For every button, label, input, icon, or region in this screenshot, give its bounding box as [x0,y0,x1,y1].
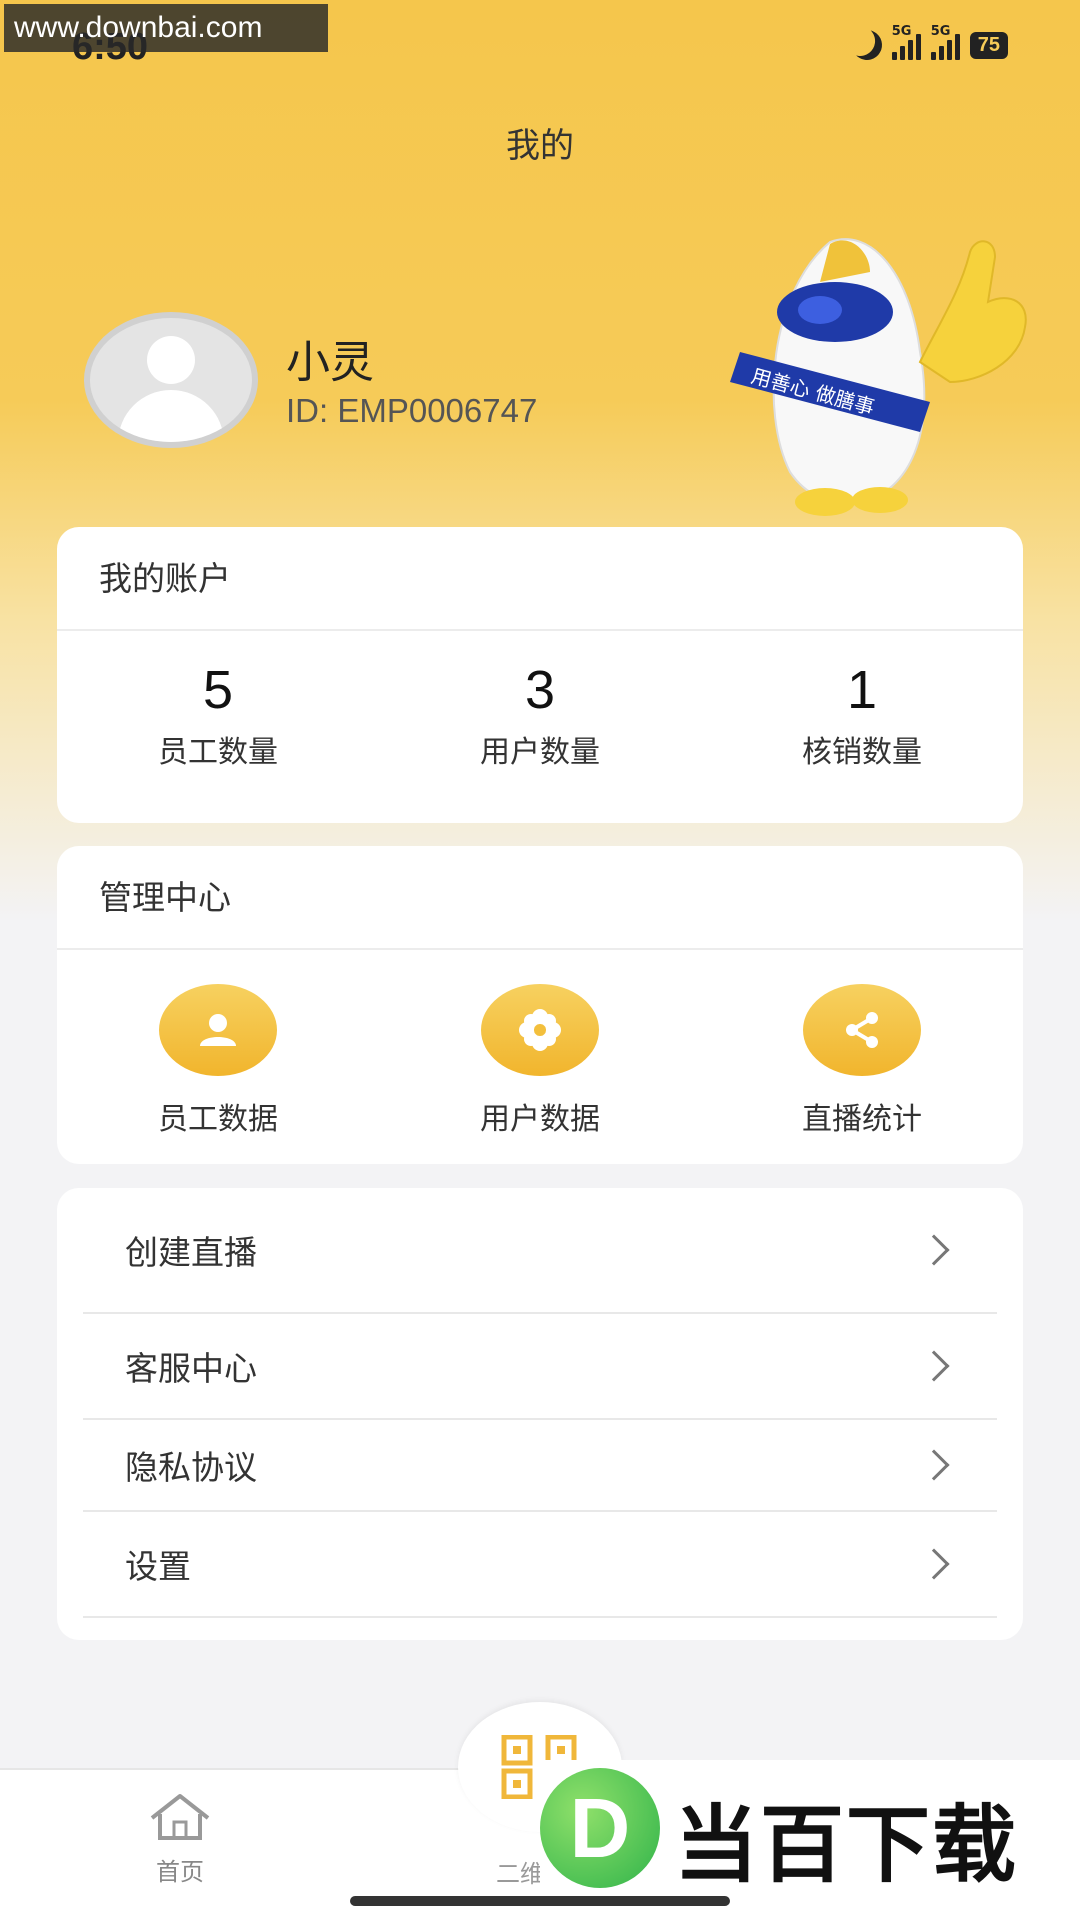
stat-label: 用户数量 [480,735,600,770]
flower-icon [481,984,599,1076]
signal-icon: 5G [891,24,921,60]
person-icon [159,984,277,1076]
management-items: 员工数据 用户数据 直播统计 [57,950,1023,1138]
stat-value: 5 [202,660,234,720]
signal-label: 5G [930,24,951,39]
menu-item-label: 隐私协议 [125,1448,257,1487]
brand-logo: D [540,1768,660,1888]
stat-label: 核销数量 [802,735,922,770]
menu-card: 创建直播 客服中心 隐私协议 设置 [57,1188,1023,1640]
tab-home-label: 首页 [156,1858,204,1886]
share-icon [803,984,921,1076]
management-card-title: 管理中心 [57,846,1023,950]
watermark: www.downbai.com [4,4,328,52]
menu-item-create-live[interactable]: 创建直播 [83,1188,997,1314]
signal-icon: 5G [930,24,960,60]
avatar-body [118,390,224,442]
menu-item-label: 客服中心 [125,1349,257,1388]
management-item-label: 员工数据 [158,1102,278,1137]
user-id: ID: EMP0006747 [286,392,538,429]
chevron-right-icon [918,1234,950,1266]
home-indicator[interactable] [350,1896,730,1906]
stat-redemptions[interactable]: 1 核销数量 [712,657,1012,771]
management-item-live-stats[interactable]: 直播统计 [712,984,1012,1138]
stat-value: 3 [524,660,556,720]
tab-center-label: 二维 [496,1860,544,1888]
menu-item-label: 创建直播 [125,1233,257,1272]
status-icons: 5G 5G 75 [852,24,1008,60]
moon-icon [846,25,887,66]
account-card-title: 我的账户 [57,527,1023,631]
tab-home[interactable]: 首页 [140,1792,220,1887]
home-icon [150,1794,210,1840]
menu-item-privacy[interactable]: 隐私协议 [83,1420,997,1512]
menu-item-label: 设置 [125,1547,191,1586]
brand-text: 当百下载 [674,1796,1019,1894]
management-card: 管理中心 员工数据 用户数据 直播统计 [57,846,1023,1164]
management-item-label: 用户数据 [480,1102,600,1137]
stat-users[interactable]: 3 用户数量 [390,657,690,771]
avatar-head [147,336,195,384]
stat-employees[interactable]: 5 员工数量 [68,657,368,771]
stat-label: 员工数量 [158,735,278,770]
stat-value: 1 [846,660,878,720]
management-item-employee-data[interactable]: 员工数据 [68,984,368,1138]
page-title: 我的 [506,126,574,166]
battery-icon: 75 [969,31,1008,59]
chevron-right-icon [918,1350,950,1382]
chevron-right-icon [918,1449,950,1481]
account-card: 我的账户 5 员工数量 3 用户数量 1 核销数量 [57,527,1023,823]
management-item-user-data[interactable]: 用户数据 [390,984,690,1138]
menu-item-settings[interactable]: 设置 [83,1512,997,1618]
mascot-illustration: 用善心 做膳事 [730,238,1027,516]
avatar[interactable] [84,312,258,448]
account-stats: 5 员工数量 3 用户数量 1 核销数量 [57,631,1023,771]
menu-item-customer-service[interactable]: 客服中心 [83,1314,997,1420]
management-item-label: 直播统计 [802,1102,922,1137]
chevron-right-icon [918,1548,950,1580]
signal-label: 5G [891,24,912,39]
user-name: 小灵 [286,337,374,388]
